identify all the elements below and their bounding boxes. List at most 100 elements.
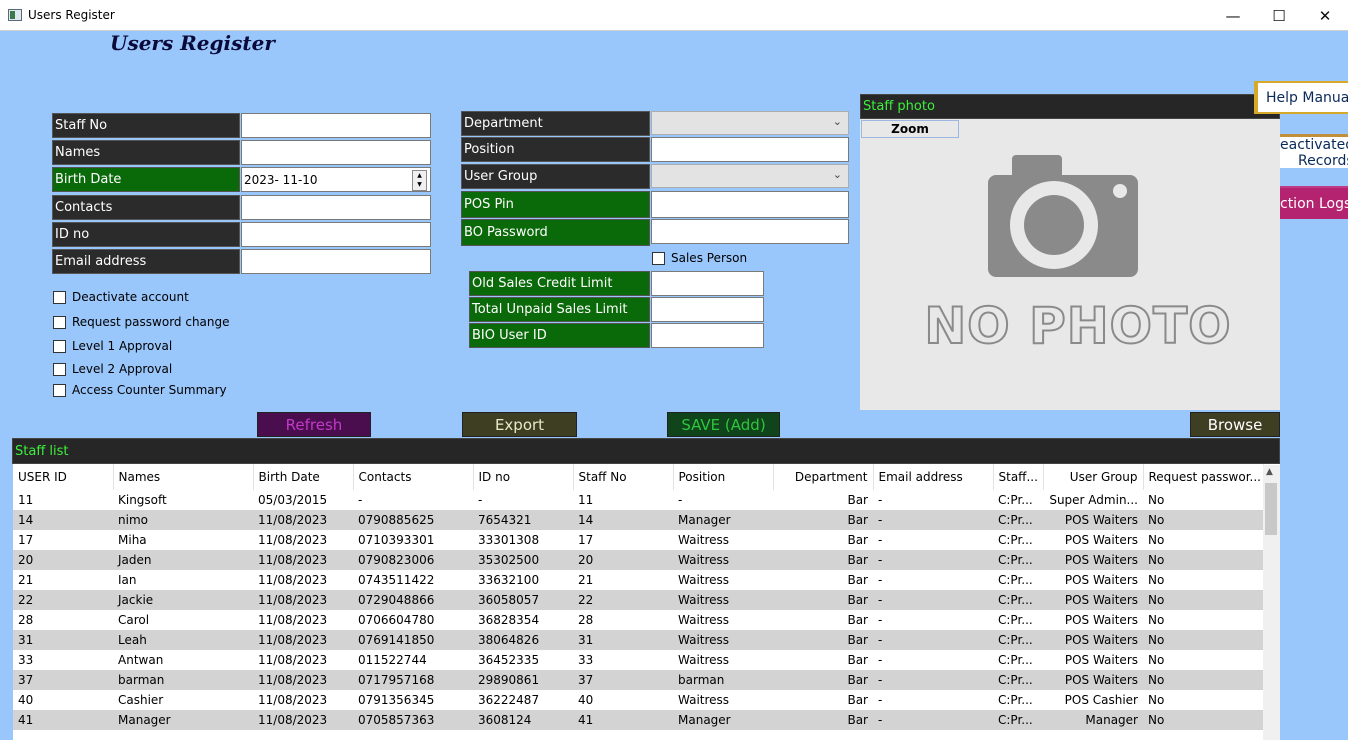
window-title-bar: Users Register — ☐ ✕ bbox=[0, 0, 1348, 31]
names-field[interactable] bbox=[241, 140, 431, 165]
staff-photo: NO PHOTO bbox=[860, 119, 1280, 410]
column-header[interactable]: Names bbox=[113, 464, 254, 490]
browse-button[interactable]: Browse bbox=[1190, 412, 1280, 437]
table-cell: Bar bbox=[773, 550, 873, 570]
staff-no-field[interactable] bbox=[241, 113, 431, 138]
column-header[interactable]: Staff No bbox=[573, 464, 674, 490]
table-cell: 36828354 bbox=[478, 613, 540, 627]
table-row[interactable]: 17 Miha 11/08/2023 0710393301 33301308 17 Wait… bbox=[13, 530, 1263, 550]
table-row[interactable]: 21 Ian 11/08/2023 0743511422 33632100 21 Waitr… bbox=[13, 570, 1263, 590]
column-header[interactable]: Department bbox=[773, 464, 874, 490]
scroll-up-icon[interactable]: ▲ bbox=[1266, 467, 1273, 477]
table-row[interactable]: 40 Cashier 11/08/2023 0791356345 36222487 40 W… bbox=[13, 690, 1263, 710]
table-row[interactable]: 14 nimo 11/08/2023 0790885625 7654321 14 Manag… bbox=[13, 510, 1263, 530]
bo-password-field[interactable] bbox=[651, 219, 849, 244]
deactivate-account-checkbox[interactable]: Deactivate account bbox=[53, 290, 189, 304]
column-header[interactable]: Contacts bbox=[353, 464, 474, 490]
column-header[interactable]: Staff... bbox=[993, 464, 1044, 490]
sales-person-checkbox[interactable]: Sales Person bbox=[652, 251, 747, 265]
table-cell: 11/08/2023 bbox=[258, 533, 328, 547]
old-credit-limit-field[interactable] bbox=[651, 271, 764, 296]
bo-password-label: BO Password bbox=[461, 219, 650, 246]
column-header[interactable]: Position bbox=[673, 464, 774, 490]
maximize-icon[interactable]: ☐ bbox=[1256, 0, 1302, 31]
table-cell: 33632100 bbox=[478, 573, 540, 587]
close-icon[interactable]: ✕ bbox=[1302, 0, 1348, 31]
table-row[interactable]: 20 Jaden 11/08/2023 0790823006 35302500 20 Wai… bbox=[13, 550, 1263, 570]
action-logs-button[interactable]: ction Logs bbox=[1280, 186, 1348, 219]
table-cell: - bbox=[878, 693, 883, 707]
table-cell: - bbox=[358, 493, 363, 507]
email-field[interactable] bbox=[241, 249, 431, 274]
table-cell: 29890861 bbox=[473, 670, 573, 690]
table-cell: 17 bbox=[18, 533, 34, 547]
position-field[interactable] bbox=[651, 137, 849, 162]
table-cell: 37 bbox=[13, 670, 113, 690]
table-row[interactable]: 37 barman 11/08/2023 0717957168 29890861 37 ba… bbox=[13, 670, 1263, 690]
contacts-field[interactable] bbox=[241, 195, 431, 220]
table-cell: 11/08/2023 bbox=[258, 613, 328, 627]
column-header[interactable]: Birth Date bbox=[253, 464, 354, 490]
table-cell: No bbox=[1148, 493, 1165, 507]
checkbox-icon bbox=[53, 315, 66, 329]
table-cell: No bbox=[1148, 533, 1165, 547]
zoom-button[interactable]: Zoom bbox=[861, 120, 959, 138]
table-cell: 20 bbox=[573, 550, 673, 570]
table-cell: Waitress bbox=[673, 630, 773, 650]
date-spinner-icon[interactable]: ▲ ▼ bbox=[412, 170, 427, 191]
table-cell: 33 bbox=[578, 653, 594, 667]
table-cell: Manager bbox=[673, 510, 773, 530]
table-cell: POS Waiters bbox=[1064, 613, 1138, 627]
table-row[interactable]: 33 Antwan 11/08/2023 011522744 36452335 33 Wai… bbox=[13, 650, 1263, 670]
export-button[interactable]: Export bbox=[462, 412, 577, 437]
pos-pin-field[interactable] bbox=[651, 191, 849, 218]
table-cell: Bar bbox=[773, 670, 873, 690]
access-counter-summary-checkbox[interactable]: Access Counter Summary bbox=[53, 383, 227, 397]
table-cell: 31 bbox=[573, 630, 673, 650]
level-1-approval-checkbox[interactable]: Level 1 Approval bbox=[53, 339, 172, 353]
table-row[interactable]: 22 Jackie 11/08/2023 0729048866 36058057 22 Wa… bbox=[13, 590, 1263, 610]
table-cell: Waitress bbox=[678, 613, 730, 627]
user-group-select[interactable]: ⌄ bbox=[651, 164, 849, 188]
table-row[interactable]: 31 Leah 11/08/2023 0769141850 38064826 31 Wait… bbox=[13, 630, 1263, 650]
id-no-field[interactable] bbox=[241, 222, 431, 247]
table-row[interactable]: 11 Kingsoft 05/03/2015- -11- Bar - C:Pr... Supe… bbox=[13, 490, 1263, 510]
table-scrollbar[interactable]: ▲ bbox=[1263, 465, 1280, 740]
help-manual-button[interactable]: Help Manual bbox=[1254, 81, 1348, 114]
table-cell: 11/08/2023 bbox=[253, 630, 353, 650]
table-cell: 28 bbox=[18, 613, 34, 627]
birth-date-picker[interactable]: 2023- 11-10 ▲ ▼ bbox=[241, 167, 431, 192]
deactivated-records-button[interactable]: eactivated Records bbox=[1280, 134, 1348, 168]
table-row[interactable]: 28 Carol 11/08/2023 0706604780 36828354 28 Wai… bbox=[13, 610, 1263, 630]
table-row[interactable]: 41 Manager 11/08/2023 0705857363 3608124 41 Ma… bbox=[13, 710, 1263, 730]
level-2-approval-checkbox[interactable]: Level 2 Approval bbox=[53, 362, 172, 376]
table-cell: Bar bbox=[847, 533, 868, 547]
bio-user-id-field[interactable] bbox=[651, 323, 764, 348]
table-cell: - bbox=[873, 550, 993, 570]
column-header[interactable]: USER ID bbox=[13, 464, 114, 490]
refresh-button[interactable]: Refresh bbox=[257, 412, 371, 437]
position-label: Position bbox=[461, 137, 650, 162]
table-cell: barman bbox=[673, 670, 773, 690]
request-password-change-checkbox[interactable]: Request password change bbox=[53, 315, 230, 329]
checkbox-label: Level 1 Approval bbox=[72, 339, 173, 353]
minimize-icon[interactable]: — bbox=[1210, 0, 1256, 31]
column-header[interactable]: Email address bbox=[873, 464, 994, 490]
table-cell: 35302500 bbox=[473, 550, 573, 570]
table-cell: 0729048866 bbox=[353, 590, 473, 610]
unpaid-sales-limit-field[interactable] bbox=[651, 297, 764, 322]
checkbox-label: Access Counter Summary bbox=[72, 383, 227, 397]
column-header[interactable]: User Group bbox=[1043, 464, 1144, 490]
table-cell: 37 bbox=[573, 670, 673, 690]
table-cell: 28 bbox=[578, 613, 594, 627]
table-cell: Cashier bbox=[118, 693, 164, 707]
department-select[interactable]: ⌄ bbox=[651, 111, 849, 135]
save-button[interactable]: SAVE (Add) bbox=[667, 412, 780, 437]
table-cell: barman bbox=[113, 670, 253, 690]
scrollbar-thumb[interactable] bbox=[1265, 483, 1277, 535]
table-cell: 05/03/2015 bbox=[258, 493, 328, 507]
column-header[interactable]: Request passwor... bbox=[1143, 464, 1264, 490]
column-header[interactable]: ID no bbox=[473, 464, 574, 490]
table-cell: C:Pr... bbox=[993, 510, 1043, 530]
names-label: Names bbox=[52, 140, 240, 165]
